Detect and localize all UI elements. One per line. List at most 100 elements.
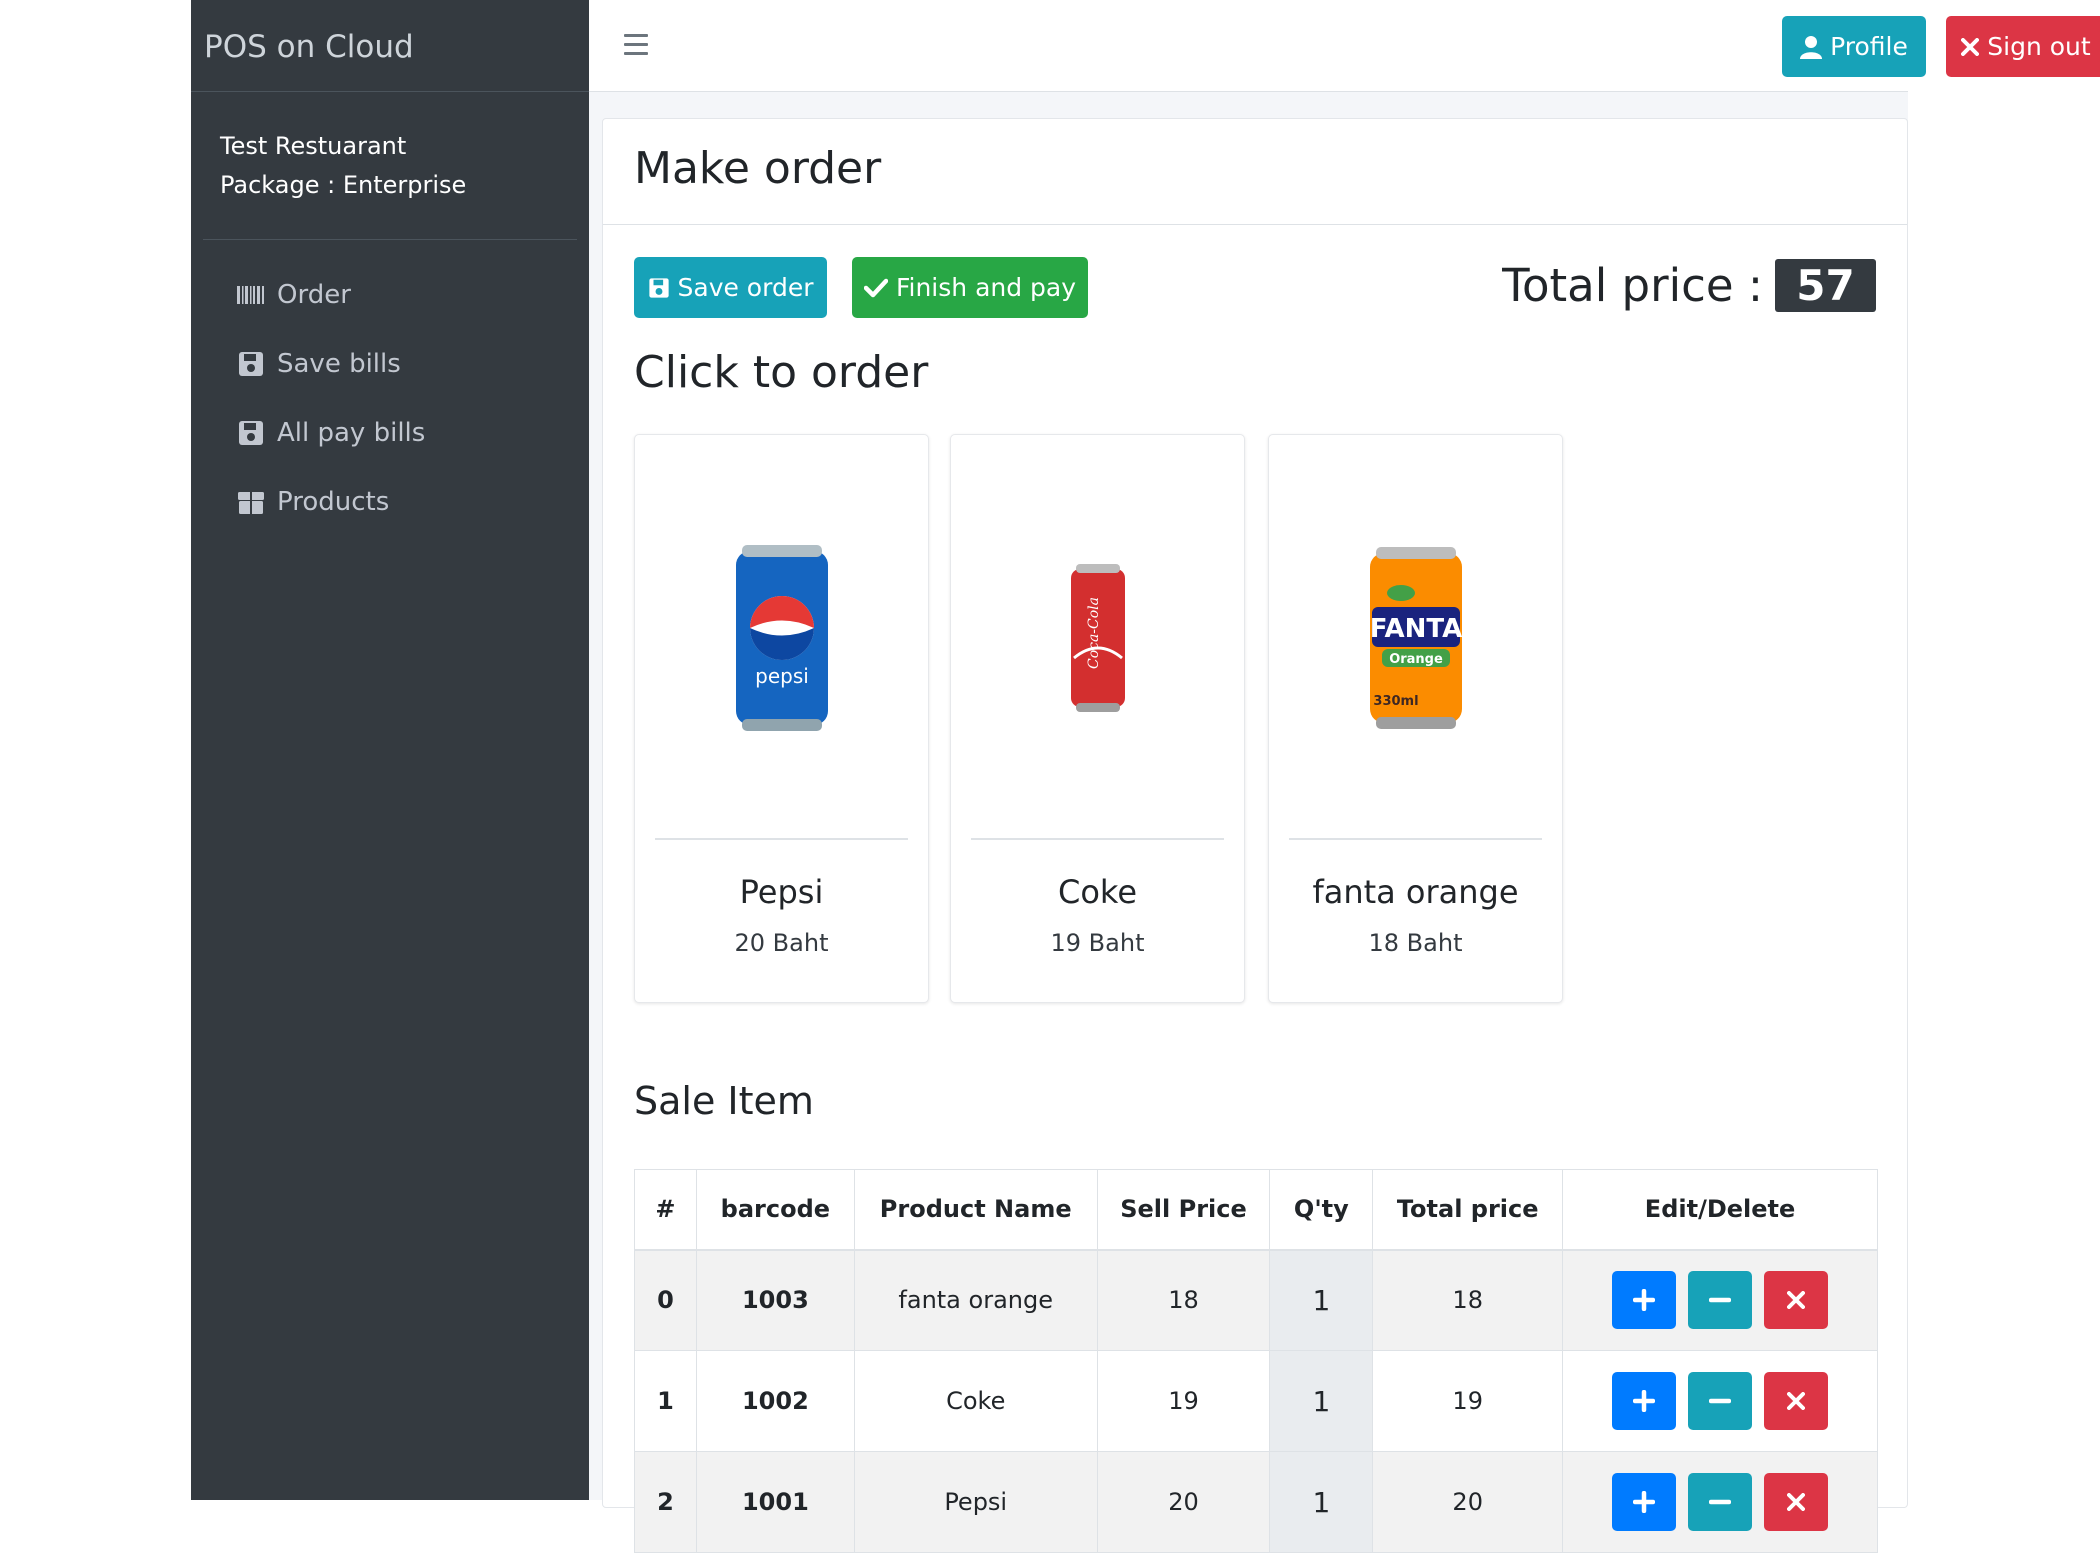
divider — [1289, 838, 1542, 840]
column-header: # — [634, 1169, 697, 1251]
column-header: Edit/Delete — [1562, 1169, 1878, 1251]
menu-toggle-icon[interactable] — [624, 34, 648, 58]
sign-out-button-label: Sign out — [1987, 32, 2091, 61]
column-header: Total price — [1372, 1169, 1564, 1251]
card-header: Make order — [603, 119, 1907, 225]
close-icon — [1961, 37, 1980, 56]
decrease-quantity-button[interactable] — [1688, 1372, 1753, 1430]
row-actions — [1562, 1451, 1878, 1553]
sign-out-button[interactable]: Sign out — [1946, 16, 2100, 77]
main-content: Make order Save order Finish and pay Tot… — [589, 92, 1908, 1553]
minus-icon — [1709, 1398, 1732, 1404]
product-price: 18 Baht — [1368, 929, 1463, 957]
product-image: pepsi — [635, 435, 928, 840]
sidebar-item-label: Order — [277, 279, 351, 310]
sale-item-title: Sale Item — [634, 1079, 814, 1123]
profile-button[interactable]: Profile — [1782, 16, 1926, 77]
row-product-name: Pepsi — [853, 1451, 1098, 1553]
product-card-coke[interactable]: Coca-Cola Coke 19 Baht — [950, 434, 1245, 1003]
sidebar: POS on Cloud Test Restuarant Package : E… — [191, 0, 589, 1500]
profile-button-label: Profile — [1830, 32, 1908, 61]
delete-item-button[interactable] — [1764, 1372, 1829, 1430]
box-icon — [238, 491, 264, 514]
save-icon — [239, 351, 263, 376]
sale-items-table: # barcode Product Name Sell Price Q'ty T… — [634, 1169, 1878, 1553]
row-total-price: 18 — [1372, 1249, 1564, 1351]
row-actions — [1562, 1350, 1878, 1452]
row-quantity: 1 — [1269, 1451, 1374, 1553]
svg-text:330ml: 330ml — [1373, 694, 1418, 709]
sidebar-item-save-bills[interactable]: Save bills — [191, 329, 589, 398]
divider — [971, 838, 1224, 840]
user-panel: Test Restuarant Package : Enterprise — [203, 92, 577, 240]
column-header: Q'ty — [1269, 1169, 1374, 1251]
sidebar-item-label: Products — [277, 486, 390, 517]
page-title: Make order — [634, 143, 882, 194]
table-row: 2 1001 Pepsi 20 1 20 — [634, 1451, 1878, 1553]
increase-quantity-button[interactable] — [1612, 1473, 1677, 1531]
delete-item-button[interactable] — [1764, 1271, 1829, 1330]
column-header: barcode — [695, 1169, 855, 1251]
row-product-name: Coke — [853, 1350, 1098, 1452]
row-product-name: fanta orange — [853, 1249, 1098, 1351]
row-quantity: 1 — [1269, 1350, 1374, 1452]
sidebar-nav: Order Save bills All pay bills Products — [191, 240, 589, 536]
row-barcode: 1001 — [695, 1451, 855, 1553]
product-name: fanta orange — [1312, 873, 1519, 911]
product-card-pepsi[interactable]: pepsi Pepsi 20 Baht — [634, 434, 929, 1003]
sidebar-item-label: Save bills — [277, 348, 401, 379]
svg-text:Orange: Orange — [1389, 652, 1443, 667]
sidebar-item-label: All pay bills — [277, 417, 426, 448]
top-navbar: Profile Sign out — [589, 0, 2100, 92]
sidebar-item-products[interactable]: Products — [191, 467, 589, 536]
brand-title[interactable]: POS on Cloud — [191, 0, 589, 92]
row-total-price: 20 — [1372, 1451, 1564, 1553]
restaurant-name: Test Restuarant — [220, 132, 407, 160]
pepsi-can-image: pepsi — [735, 544, 828, 731]
row-sell-price: 19 — [1096, 1350, 1271, 1452]
product-name: Coke — [1058, 873, 1137, 911]
product-price: 19 Baht — [1050, 929, 1145, 957]
row-sell-price: 20 — [1096, 1451, 1271, 1553]
total-price-label: Total price : — [1502, 259, 1763, 312]
product-card-fanta-orange[interactable]: FANTA Orange 330ml fanta orange 18 Baht — [1268, 434, 1563, 1003]
barcode-icon — [237, 285, 264, 304]
product-image: Coca-Cola — [951, 435, 1244, 840]
row-index: 2 — [634, 1451, 697, 1553]
close-icon — [1787, 1392, 1806, 1410]
order-card: Make order Save order Finish and pay Tot… — [602, 118, 1908, 1553]
column-header: Product Name — [853, 1169, 1098, 1251]
total-price-value: 57 — [1775, 259, 1876, 312]
row-sell-price: 18 — [1096, 1249, 1271, 1351]
decrease-quantity-button[interactable] — [1688, 1473, 1753, 1531]
row-barcode: 1002 — [695, 1350, 855, 1452]
svg-text:pepsi: pepsi — [755, 664, 809, 688]
table-row: 1 1002 Coke 19 1 19 — [634, 1350, 1878, 1452]
increase-quantity-button[interactable] — [1612, 1271, 1677, 1330]
product-price: 20 Baht — [734, 929, 829, 957]
sidebar-item-all-pay-bills[interactable]: All pay bills — [191, 398, 589, 467]
plus-icon — [1633, 1390, 1656, 1412]
save-order-label: Save order — [677, 273, 814, 302]
save-icon — [239, 420, 263, 445]
package-info: Package : Enterprise — [220, 171, 467, 199]
check-icon — [863, 278, 888, 297]
save-order-button[interactable]: Save order — [634, 257, 827, 318]
divider — [655, 838, 908, 840]
row-barcode: 1003 — [695, 1249, 855, 1351]
sidebar-item-order[interactable]: Order — [191, 260, 589, 329]
plus-icon — [1633, 1289, 1656, 1312]
finish-and-pay-button[interactable]: Finish and pay — [852, 257, 1088, 318]
row-total-price: 19 — [1372, 1350, 1564, 1452]
click-to-order-title: Click to order — [634, 347, 929, 398]
table-header-row: # barcode Product Name Sell Price Q'ty T… — [634, 1169, 1878, 1251]
delete-item-button[interactable] — [1764, 1473, 1829, 1531]
decrease-quantity-button[interactable] — [1688, 1271, 1753, 1330]
coke-can-image: Coca-Cola — [1070, 563, 1125, 712]
table-row: 0 1003 fanta orange 18 1 18 — [634, 1249, 1878, 1351]
close-icon — [1787, 1493, 1806, 1511]
close-icon — [1787, 1291, 1806, 1310]
product-image: FANTA Orange 330ml — [1269, 435, 1562, 840]
increase-quantity-button[interactable] — [1612, 1372, 1677, 1430]
svg-text:Coca-Cola: Coca-Cola — [1086, 596, 1102, 668]
